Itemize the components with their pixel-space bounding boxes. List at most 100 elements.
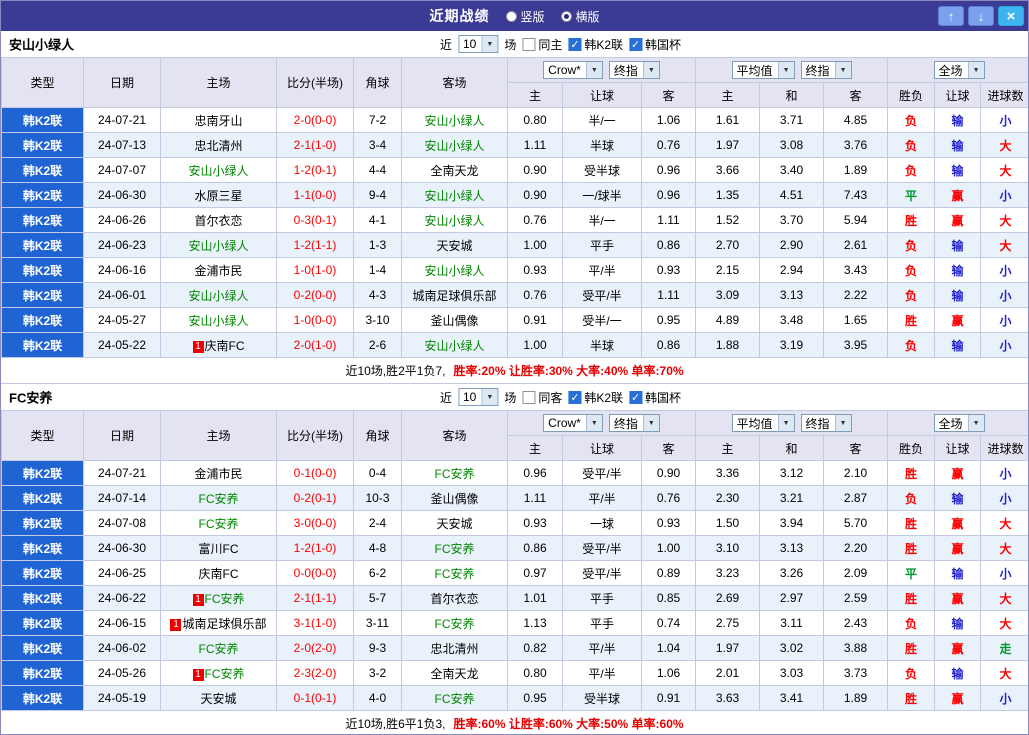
- away-team[interactable]: 忠北清州: [401, 635, 508, 661]
- match-score: 0-2(0-0): [276, 282, 354, 308]
- home-team[interactable]: 安山小绿人: [160, 282, 277, 308]
- away-team[interactable]: 安山小绿人: [401, 182, 508, 208]
- home-team[interactable]: 忠南牙山: [160, 107, 277, 133]
- bookmaker-final-select[interactable]: 终指 ▼: [608, 61, 660, 79]
- header-sub-result: 胜负: [887, 435, 936, 461]
- bookmaker-select[interactable]: Crow* ▼: [543, 414, 603, 432]
- away-team[interactable]: 安山小绿人: [401, 132, 508, 158]
- home-team[interactable]: 忠北清州: [160, 132, 277, 158]
- header-score: 比分(半场): [276, 57, 354, 108]
- league-checkbox[interactable]: 韩K2联: [568, 389, 623, 406]
- handicap-line: 半/一: [562, 207, 642, 233]
- corner-score: 4-1: [353, 207, 402, 233]
- close-button[interactable]: ×: [998, 6, 1024, 26]
- corner-score: 1-3: [353, 232, 402, 258]
- fulltime-scope-select[interactable]: 全场 ▼: [933, 61, 985, 79]
- home-team[interactable]: FC安养: [160, 485, 277, 511]
- bookmaker-final-value: 终指: [613, 416, 638, 431]
- league-checkbox[interactable]: 韩K2联: [568, 36, 623, 53]
- away-team[interactable]: FC安养: [401, 535, 508, 561]
- radio-icon[interactable]: [505, 10, 517, 22]
- checkbox-icon[interactable]: [629, 390, 643, 404]
- home-team[interactable]: 1 城南足球俱乐部: [160, 610, 277, 636]
- home-team[interactable]: 安山小绿人: [160, 307, 277, 333]
- handicap-away-odds: 0.93: [640, 510, 697, 536]
- home-team[interactable]: FC安养: [160, 510, 277, 536]
- home-team[interactable]: FC安养: [160, 635, 277, 661]
- checkbox-icon[interactable]: [522, 37, 536, 51]
- home-team[interactable]: 金浦市民: [160, 460, 277, 486]
- goals-result: 小: [980, 685, 1028, 711]
- away-team[interactable]: 全南天龙: [401, 660, 508, 686]
- layout-vertical-radio[interactable]: 竖版: [505, 8, 545, 25]
- home-team[interactable]: 安山小绿人: [160, 157, 277, 183]
- away-team[interactable]: 安山小绿人: [401, 107, 508, 133]
- away-team[interactable]: 首尔衣恋: [401, 585, 508, 611]
- checkbox-icon[interactable]: [568, 390, 582, 404]
- goals-result: 大: [980, 510, 1028, 536]
- away-team[interactable]: 天安城: [401, 510, 508, 536]
- checkbox-icon[interactable]: [522, 390, 536, 404]
- avg-away-odds: 2.10: [823, 460, 889, 486]
- handicap-away-odds: 0.86: [640, 332, 697, 358]
- home-team[interactable]: 天安城: [160, 685, 277, 711]
- match-date: 24-07-21: [83, 107, 161, 133]
- bookmaker-value: Crow*: [548, 63, 581, 77]
- radio-icon[interactable]: [560, 10, 572, 22]
- home-team[interactable]: 金浦市民: [160, 257, 277, 283]
- handicap-home-odds: 0.90: [507, 182, 563, 208]
- cup-checkbox[interactable]: 韩国杯: [629, 36, 681, 53]
- header-sub-goals: 进球数: [980, 82, 1028, 108]
- match-score: 1-1(0-0): [276, 182, 354, 208]
- home-team[interactable]: 水原三星: [160, 182, 277, 208]
- cup-checkbox[interactable]: 韩国杯: [629, 389, 681, 406]
- average-select[interactable]: 平均值 ▼: [731, 414, 795, 432]
- match-count-select[interactable]: 10 ▼: [457, 35, 499, 53]
- same-venue-checkbox[interactable]: 同主: [522, 36, 562, 53]
- away-team[interactable]: FC安养: [401, 610, 508, 636]
- goals-result: 大: [980, 585, 1028, 611]
- away-team[interactable]: FC安养: [401, 685, 508, 711]
- move-down-button[interactable]: ↓: [968, 6, 994, 26]
- away-team[interactable]: 釜山偶像: [401, 485, 508, 511]
- away-team[interactable]: 安山小绿人: [401, 207, 508, 233]
- header-bookmaker-group: Crow* ▼ 终指 ▼: [506, 57, 697, 83]
- away-team[interactable]: 安山小绿人: [401, 257, 508, 283]
- header-sub-avg-away: 客: [823, 435, 889, 461]
- summary-bar: 近10场,胜2平1负7, 胜率:20% 让胜率:30% 大率:40% 单率:70…: [1, 358, 1028, 384]
- bookmaker-select[interactable]: Crow* ▼: [543, 61, 603, 79]
- checkbox-icon[interactable]: [629, 37, 643, 51]
- league-type: 韩K2联: [1, 510, 84, 536]
- average-final-value: 终指: [805, 63, 830, 78]
- same-venue-checkbox[interactable]: 同客: [522, 389, 562, 406]
- bookmaker-final-select[interactable]: 终指 ▼: [608, 414, 660, 432]
- home-team[interactable]: 首尔衣恋: [160, 207, 277, 233]
- goals-result: 大: [980, 132, 1028, 158]
- away-team[interactable]: 安山小绿人: [401, 332, 508, 358]
- checkbox-icon[interactable]: [568, 37, 582, 51]
- away-team[interactable]: FC安养: [401, 560, 508, 586]
- league-type: 韩K2联: [1, 685, 84, 711]
- fulltime-scope-select[interactable]: 全场 ▼: [933, 414, 985, 432]
- home-team[interactable]: 1 FC安养: [160, 585, 277, 611]
- away-team[interactable]: 天安城: [401, 232, 508, 258]
- average-final-select[interactable]: 终指 ▼: [800, 61, 852, 79]
- home-team[interactable]: 1 FC安养: [160, 660, 277, 686]
- match-row: 韩K2联 24-05-27 安山小绿人 1-0(0-0) 3-10 釜山偶像 0.91 受半/…: [1, 307, 1028, 333]
- away-team[interactable]: 城南足球俱乐部: [401, 282, 508, 308]
- home-team[interactable]: 安山小绿人: [160, 232, 277, 258]
- cup-label: 韩国杯: [645, 390, 682, 405]
- handicap-result: 赢: [934, 535, 982, 561]
- average-final-select[interactable]: 终指 ▼: [800, 414, 852, 432]
- match-count-select[interactable]: 10 ▼: [457, 388, 499, 406]
- home-team[interactable]: 1 庆南FC: [160, 332, 277, 358]
- away-team[interactable]: 釜山偶像: [401, 307, 508, 333]
- layout-horizontal-radio[interactable]: 横版: [560, 8, 600, 25]
- chevron-down-icon: ▼: [777, 62, 794, 78]
- move-up-button[interactable]: ↑: [938, 6, 964, 26]
- home-team[interactable]: 富川FC: [160, 535, 277, 561]
- average-select[interactable]: 平均值 ▼: [731, 61, 795, 79]
- away-team[interactable]: 全南天龙: [401, 157, 508, 183]
- away-team[interactable]: FC安养: [401, 460, 508, 486]
- home-team[interactable]: 庆南FC: [160, 560, 277, 586]
